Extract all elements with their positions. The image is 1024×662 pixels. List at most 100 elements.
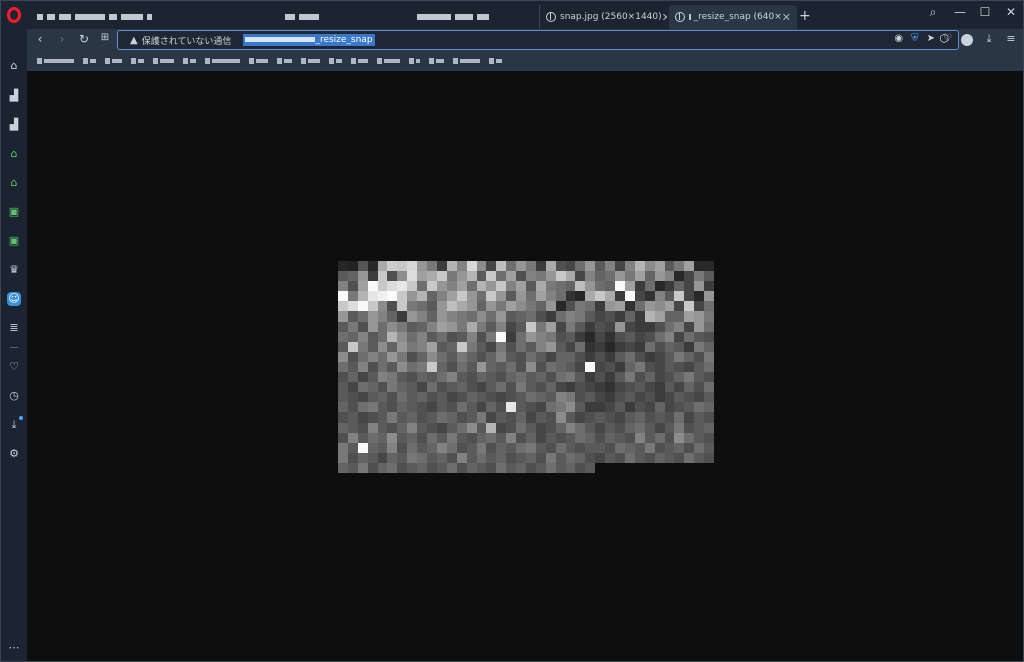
- sidebar-app-icon[interactable]: ⌂: [7, 176, 21, 190]
- image-pixel: [436, 331, 447, 342]
- tabs-grid-button[interactable]: ⊞: [98, 32, 112, 43]
- sidebar-app-icon[interactable]: ▟: [7, 89, 21, 103]
- pixelated-snapshot-image[interactable]: [338, 261, 714, 473]
- tab-label: _resize_snap (640×: [693, 12, 782, 22]
- bookmark-item[interactable]: [183, 58, 196, 64]
- image-pixel: [427, 392, 437, 403]
- address-bar[interactable]: ▲ 保護されていない通信 _resize_snap ◉ ⛨ ➤ ♡: [117, 30, 959, 50]
- bookmark-item[interactable]: [429, 58, 444, 64]
- list-icon[interactable]: ≣: [7, 321, 21, 335]
- image-pixel: [476, 311, 487, 322]
- image-pixel: [654, 331, 665, 342]
- bookmark-item[interactable]: [131, 58, 144, 64]
- forward-button[interactable]: ›: [55, 32, 69, 46]
- image-pixel: [516, 341, 526, 352]
- image-pixel: [595, 301, 606, 312]
- home-icon[interactable]: ⌂: [7, 59, 21, 73]
- image-pixel: [545, 351, 556, 362]
- close-window-button[interactable]: ✕: [1001, 5, 1021, 19]
- sidebar-app-icon[interactable]: ▣: [7, 234, 21, 248]
- image-pixel: [516, 261, 526, 272]
- maximize-button[interactable]: ☐: [975, 5, 995, 19]
- browser-window: snap.jpg (2560×1440) ✕ _resize_snap (640…: [0, 0, 1024, 662]
- bookmark-item[interactable]: [153, 58, 174, 64]
- camera-icon[interactable]: ◉: [894, 33, 903, 44]
- image-pixel: [377, 392, 388, 403]
- bookmark-item[interactable]: [301, 58, 320, 64]
- bookmark-item[interactable]: [489, 58, 502, 64]
- security-warning-text[interactable]: 保護されていない通信: [142, 34, 232, 47]
- sidebar-app-icon[interactable]: ⌂: [7, 147, 21, 161]
- cube-icon[interactable]: ⬡: [937, 32, 951, 45]
- profile-avatar[interactable]: [961, 34, 973, 46]
- tab-pixelated-1[interactable]: [31, 5, 201, 29]
- url-text-selected[interactable]: _resize_snap: [243, 34, 375, 46]
- more-icon[interactable]: ⋯: [7, 641, 21, 655]
- bookmark-item[interactable]: [277, 58, 292, 64]
- image-pixel: [585, 402, 596, 413]
- image-pixel: [516, 321, 526, 332]
- image-pixel: [417, 372, 428, 383]
- image-pixel: [466, 311, 477, 322]
- heart-icon[interactable]: ♡: [7, 360, 21, 374]
- image-pixel: [486, 311, 497, 322]
- bookmark-item[interactable]: [351, 58, 368, 64]
- send-icon[interactable]: ➤: [927, 33, 935, 44]
- close-tab-icon[interactable]: ✕: [782, 11, 791, 24]
- image-pixel: [624, 382, 635, 393]
- sidebar-app-icon[interactable]: ▣: [7, 205, 21, 219]
- downloads-icon[interactable]: ⤓: [7, 416, 23, 432]
- image-pixel: [526, 361, 536, 373]
- bookmark-item[interactable]: [453, 58, 480, 64]
- image-pixel: [555, 402, 566, 413]
- history-clock-icon[interactable]: ◷: [7, 389, 21, 403]
- downloads-icon[interactable]: ⤓: [982, 32, 996, 46]
- pixelated-text: [308, 59, 320, 63]
- image-pixel: [555, 382, 566, 393]
- back-button[interactable]: ‹: [33, 32, 47, 46]
- image-pixel: [516, 402, 526, 413]
- tab-snap-jpg[interactable]: snap.jpg (2560×1440) ✕: [539, 5, 667, 29]
- bookmark-favicon-icon: [153, 58, 158, 64]
- image-pixel: [427, 261, 437, 272]
- image-pixel: [357, 361, 368, 373]
- bookmark-item[interactable]: [409, 58, 420, 64]
- bookmark-item[interactable]: [249, 58, 268, 64]
- image-pixel: [466, 341, 477, 352]
- tab-pixelated-2[interactable]: [279, 5, 339, 29]
- bookmark-item[interactable]: [329, 58, 342, 64]
- shield-icon[interactable]: ⛨: [911, 33, 919, 44]
- bookmark-item[interactable]: [205, 58, 240, 64]
- menu-icon[interactable]: ≡: [1004, 32, 1018, 45]
- minimize-button[interactable]: —: [950, 5, 970, 19]
- close-tab-icon[interactable]: ✕: [662, 11, 667, 24]
- new-tab-button[interactable]: +: [799, 8, 811, 24]
- settings-gear-icon[interactable]: ⚙: [7, 447, 21, 461]
- opera-logo-icon[interactable]: [7, 7, 21, 23]
- crown-icon[interactable]: ♛: [7, 263, 21, 277]
- bookmark-item[interactable]: [105, 58, 122, 64]
- search-tabs-icon[interactable]: ⌕: [923, 5, 943, 20]
- bookmark-item[interactable]: [37, 58, 74, 64]
- bookmark-item[interactable]: [377, 58, 400, 64]
- image-pixel: [555, 442, 566, 453]
- sidebar-divider: [10, 347, 18, 348]
- reload-button[interactable]: ↻: [77, 32, 91, 46]
- image-pixel: [387, 422, 398, 433]
- image-pixel: [377, 301, 388, 312]
- image-pixel: [496, 372, 507, 383]
- tab-pixelated-3[interactable]: [411, 5, 531, 29]
- pixelated-text: [417, 14, 451, 20]
- pixelated-text: [75, 14, 105, 20]
- tab-resize-snap-active[interactable]: _resize_snap (640× ✕: [669, 5, 797, 29]
- image-pixel: [664, 392, 675, 403]
- image-pixel: [466, 291, 477, 302]
- sidebar-app-icon[interactable]: ▟: [7, 118, 21, 132]
- image-pixel: [526, 321, 536, 332]
- image-pixel: [347, 341, 358, 352]
- bookmark-item[interactable]: [83, 58, 96, 64]
- image-pixel: [684, 261, 695, 272]
- sidebar-app-active-icon[interactable]: ☺: [7, 292, 21, 306]
- image-pixel: [436, 341, 447, 352]
- image-pixel: [704, 422, 714, 433]
